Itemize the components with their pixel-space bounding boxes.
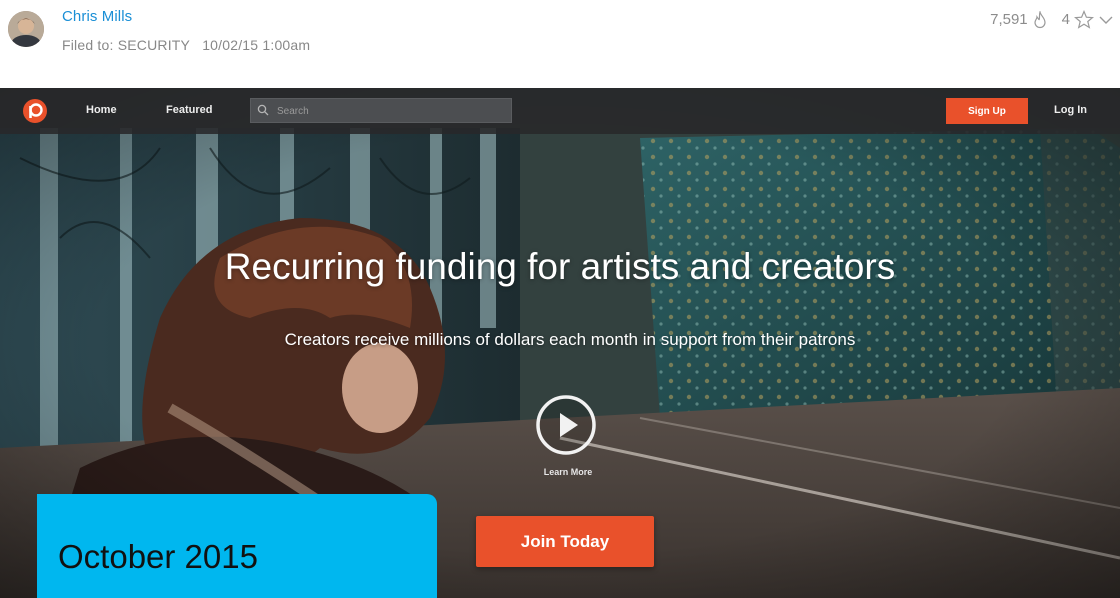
patreon-logo-icon[interactable] [22, 98, 48, 129]
avatar[interactable] [8, 11, 44, 47]
date-caption-box: October 2015 [37, 494, 437, 598]
author-link[interactable]: Chris Mills [62, 8, 132, 25]
star-icon[interactable] [1074, 10, 1094, 29]
nav-home-link[interactable]: Home [86, 104, 117, 116]
join-today-button[interactable]: Join Today [476, 516, 654, 567]
search-input[interactable] [275, 102, 509, 121]
hero-headline: Recurring funding for artists and creato… [224, 246, 896, 287]
hero-subheadline: Creators receive millions of dollars eac… [284, 330, 856, 349]
post-date: 10/02/15 1:00am [202, 37, 311, 53]
log-in-link[interactable]: Log In [1054, 104, 1087, 116]
article-stats: 7,591 4 [990, 10, 1114, 29]
play-icon [536, 395, 596, 455]
sign-up-button[interactable]: Sign Up [946, 98, 1028, 124]
category-link[interactable]: SECURITY [118, 37, 190, 53]
article-header: Chris Mills Filed to: SECURITY 10/02/15 … [0, 0, 1120, 88]
learn-more-link[interactable]: Learn More [528, 467, 608, 477]
view-count: 7,591 [990, 11, 1028, 28]
flame-icon [1032, 10, 1048, 29]
search-icon [257, 104, 269, 116]
date-caption: October 2015 [58, 538, 258, 575]
play-video-button[interactable] [535, 394, 597, 456]
nav-featured-link[interactable]: Featured [166, 104, 212, 116]
site-nav-bar: Home Featured Sign Up Log In [0, 88, 1120, 134]
chevron-down-icon[interactable] [1098, 14, 1114, 26]
filed-info: Filed to: SECURITY 10/02/15 1:00am [62, 37, 310, 53]
filed-prefix: Filed to: [62, 37, 114, 53]
star-count: 4 [1061, 11, 1070, 28]
search-box[interactable] [250, 98, 512, 123]
